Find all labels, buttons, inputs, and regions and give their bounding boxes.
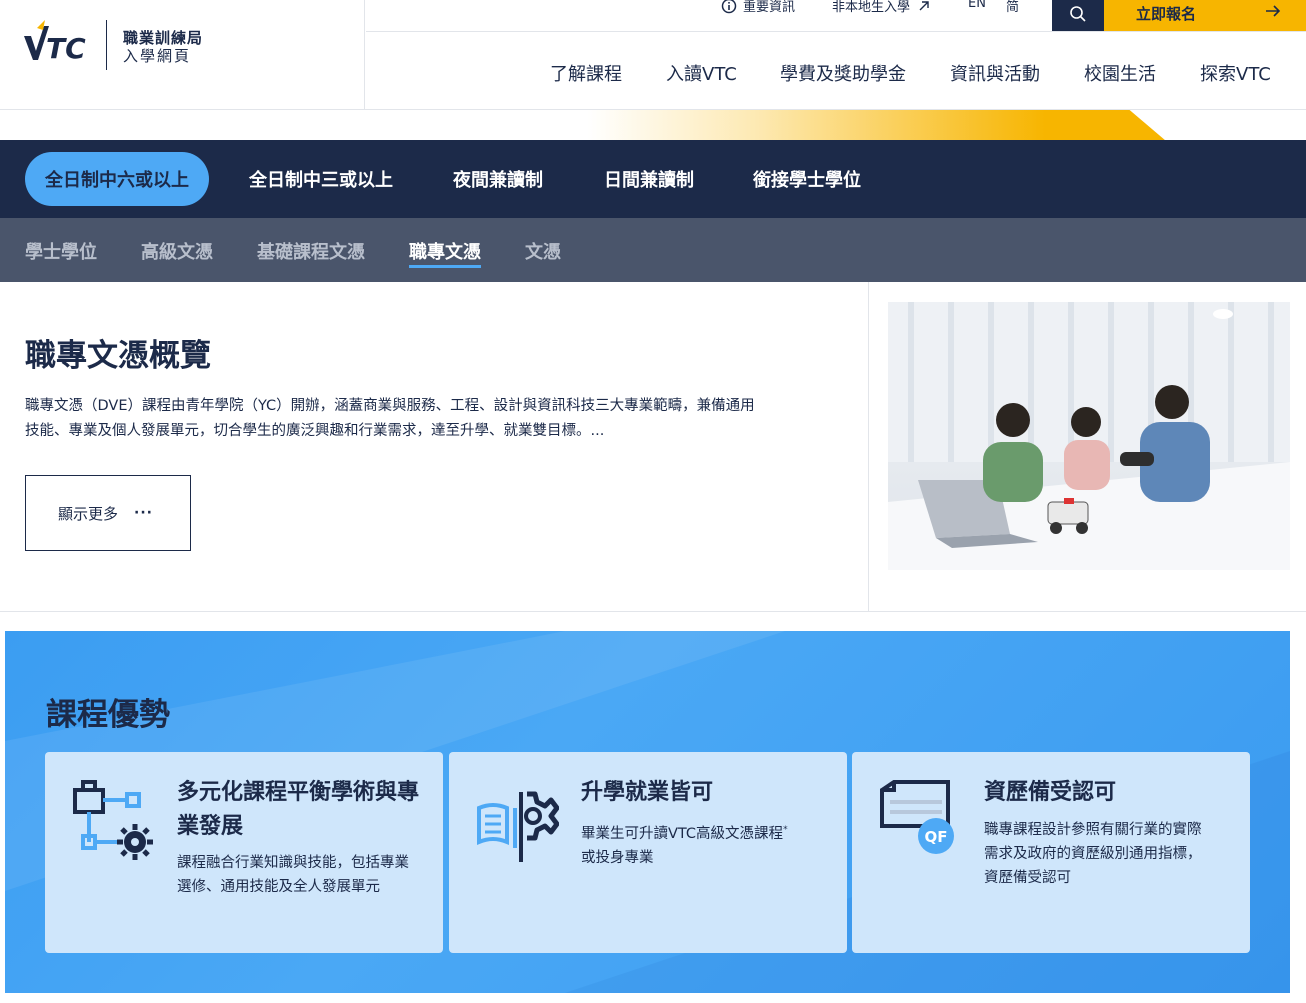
tab-top-up-degree[interactable]: 銜接學士學位 xyxy=(753,152,861,206)
utility-bar: 重要資訊 非本地生入學 EN 简 立即報名 xyxy=(366,0,1306,32)
apply-now-button[interactable]: 立即報名 xyxy=(1104,0,1306,31)
search-button[interactable] xyxy=(1052,0,1104,31)
card-title-recognition: 資歷備受認可 xyxy=(984,780,1117,805)
certificate-qf-icon: QF xyxy=(880,780,954,854)
nav-news-events[interactable]: 資訊與活動 xyxy=(950,60,1040,86)
search-icon xyxy=(1070,5,1086,22)
advantage-card-recognition: QF 資歷備受認可 職專課程設計參照有關行業的實際需求及政府的資歷級別通用指標，… xyxy=(852,752,1250,953)
balance-icon xyxy=(73,780,153,860)
lang-sc-link[interactable]: 简 xyxy=(1006,0,1019,15)
decorative-accent-band xyxy=(0,110,1306,140)
arrow-right-icon xyxy=(1266,5,1281,17)
tab-full-time-s3[interactable]: 全日制中三或以上 xyxy=(249,152,393,206)
qf-badge-text: QF xyxy=(925,828,948,846)
card-title-diverse: 多元化課程平衡學術與專業發展 xyxy=(177,780,420,839)
active-tab-indicator xyxy=(409,265,481,268)
study-mode-tabs: 全日制中六或以上 全日制中三或以上 夜間兼讀制 日間兼讀制 銜接學士學位 xyxy=(0,140,1306,218)
vtc-logo: TC xyxy=(24,20,86,64)
logo-area[interactable]: TC 職業訓練局 入學網頁 xyxy=(0,0,365,110)
overview-title: 職專文憑概覽 xyxy=(25,338,211,374)
card-text-recognition: 職專課程設計參照有關行業的實際需求及政府的資歷級別通用指標，資歷備受認可 xyxy=(984,822,1202,886)
overview-description-line1: 職專文憑（DVE）課程由青年學院（YC）開辦，涵蓋商業與服務、工程、設計與資訊科… xyxy=(25,398,755,414)
book-gear-icon xyxy=(477,791,559,862)
footnote-marker: * xyxy=(783,825,788,835)
more-dots-icon: ··· xyxy=(134,505,153,521)
overview-description-line2: 技能、專業及個人發展單元，切合學生的廣泛興趣和行業需求，達至升學、就業雙目標。.… xyxy=(25,423,605,439)
main-navigation: 了解課程 入讀VTC 學費及獎助學金 資訊與活動 校園生活 探索VTC xyxy=(366,32,1306,109)
card-text-diverse: 課程融合行業知識與技能，包括專業選修、通用技能及全人發展單元 xyxy=(177,855,409,895)
card-text-pathways: 畢業生可升讀VTC高級文憑課程* 或投身專業 xyxy=(581,818,821,870)
overview-description: 職專文憑（DVE）課程由青年學院（YC）開辦，涵蓋商業與服務、工程、設計與資訊科… xyxy=(25,394,835,444)
overview-section: 職專文憑概覽 職專文憑（DVE）課程由青年學院（YC）開辦，涵蓋商業與服務、工程… xyxy=(0,282,1306,612)
non-local-admission-link[interactable]: 非本地生入學 xyxy=(832,0,932,15)
advantages-title: 課程優勢 xyxy=(46,697,170,733)
card-text-pathways-main: 畢業生可升讀VTC高級文憑課程 xyxy=(581,825,784,842)
apply-now-label: 立即報名 xyxy=(1136,5,1197,23)
advantage-card-pathways: 升學就業皆可 畢業生可升讀VTC高級文憑課程* 或投身專業 xyxy=(449,752,847,953)
tab-bachelor-degree[interactable]: 學士學位 xyxy=(25,238,97,264)
tab-evening-part-time[interactable]: 夜間兼讀制 xyxy=(453,152,543,206)
nav-fees[interactable]: 學費及獎助學金 xyxy=(780,60,906,86)
students-illustration xyxy=(888,302,1290,570)
tab-higher-diploma[interactable]: 高級文憑 xyxy=(141,238,213,264)
nav-admission[interactable]: 入讀VTC xyxy=(666,60,737,86)
svg-text:TC: TC xyxy=(46,32,86,64)
advantage-card-diverse: 多元化課程平衡學術與專業發展 課程融合行業知識與技能，包括專業選修、通用技能及全… xyxy=(45,752,443,953)
non-local-label: 非本地生入學 xyxy=(832,0,911,15)
tab-day-part-time[interactable]: 日間兼讀制 xyxy=(604,152,694,206)
important-info-label: 重要資訊 xyxy=(743,0,796,15)
card-text-pathways-continued: 或投身專業 xyxy=(581,849,654,866)
lang-en-link[interactable]: EN xyxy=(968,0,986,11)
section-divider xyxy=(868,282,869,611)
card-title-pathways: 升學就業皆可 xyxy=(581,780,714,805)
tab-diploma[interactable]: 文憑 xyxy=(525,238,561,264)
logo-divider xyxy=(106,20,107,70)
important-info-link[interactable]: 重要資訊 xyxy=(721,0,795,15)
brand-subtitle: 入學網頁 xyxy=(123,47,192,65)
info-icon xyxy=(721,0,737,13)
tab-dve[interactable]: 職專文憑 xyxy=(409,238,481,264)
show-more-button[interactable]: 顯示更多 ··· xyxy=(25,475,191,551)
course-advantages-section: 課程優勢 多元化課程平衡學術與專業發展 課程融合行業知識與技能，包括專業選修、通… xyxy=(5,631,1290,993)
site-header: TC 職業訓練局 入學網頁 重要資訊 非本地生入學 EN 简 立即報名 了解課程… xyxy=(0,0,1306,110)
tab-full-time-s6[interactable]: 全日制中六或以上 xyxy=(25,152,209,206)
show-more-label: 顯示更多 xyxy=(58,504,119,523)
nav-campus-life[interactable]: 校園生活 xyxy=(1084,60,1156,86)
nav-courses[interactable]: 了解課程 xyxy=(550,60,622,86)
external-link-icon xyxy=(919,0,929,10)
tab-foundation-diploma[interactable]: 基礎課程文憑 xyxy=(257,238,365,264)
qualification-tabs: 學士學位 高級文憑 基礎課程文憑 職專文憑 文憑 xyxy=(0,218,1306,282)
nav-explore-vtc[interactable]: 探索VTC xyxy=(1200,60,1271,86)
students-photo xyxy=(888,302,1290,570)
